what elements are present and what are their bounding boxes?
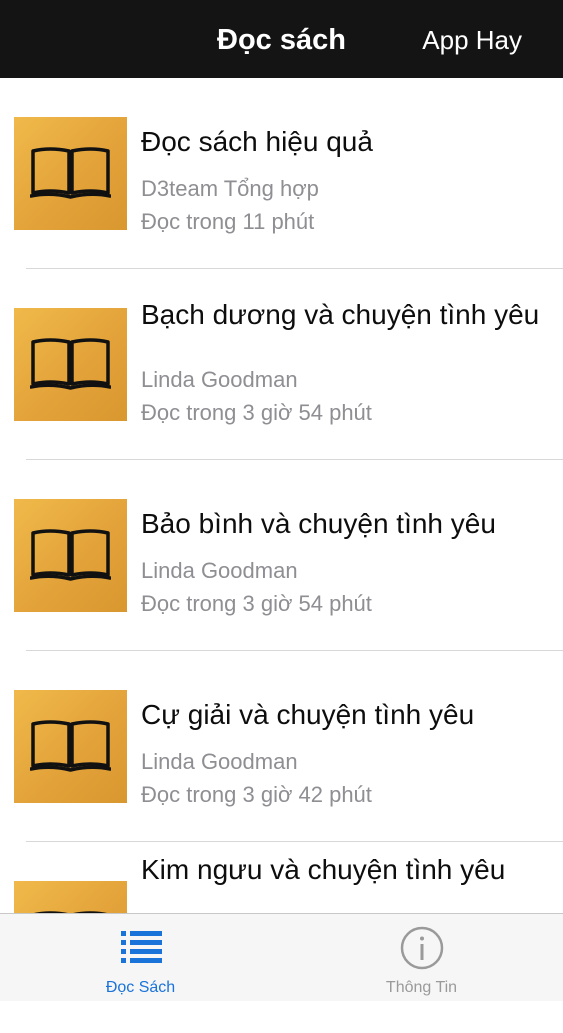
- book-icon: [30, 338, 111, 390]
- book-row[interactable]: Đọc sách hiệu quả D3team Tổng hợp Đọc tr…: [0, 78, 563, 269]
- book-title: Bảo bình và chuyện tình yêu: [141, 508, 496, 539]
- book-author: D3team Tổng hợp: [141, 176, 319, 201]
- book-read-time: Đọc trong 3 giờ 54 phút: [141, 400, 372, 425]
- book-icon: [30, 720, 111, 772]
- tab-doc-sach[interactable]: Đọc Sách: [0, 914, 281, 1001]
- book-author: Linda Goodman: [141, 749, 298, 774]
- book-cover: [14, 117, 127, 230]
- book-row[interactable]: Cự giải và chuyện tình yêu Linda Goodman…: [0, 651, 563, 842]
- book-cover: [14, 499, 127, 612]
- book-author: Linda Goodman: [141, 558, 298, 583]
- book-row[interactable]: Bảo bình và chuyện tình yêu Linda Goodma…: [0, 460, 563, 651]
- book-icon: [30, 147, 111, 199]
- navigation-bar: Đọc sách App Hay: [0, 0, 563, 78]
- book-author: Linda Goodman: [141, 367, 298, 392]
- book-cover: [14, 690, 127, 803]
- list-icon: [120, 931, 162, 963]
- book-title: Đọc sách hiệu quả: [141, 126, 373, 157]
- book-read-time: Đọc trong 3 giờ 54 phút: [141, 591, 372, 616]
- book-title: Kim ngưu và chuyện tình yêu: [141, 854, 506, 885]
- book-list: Đọc sách hiệu quả D3team Tổng hợp Đọc tr…: [0, 78, 563, 1033]
- book-cover: [14, 308, 127, 421]
- tab-label: Thông Tin: [385, 979, 458, 996]
- info-icon: [400, 926, 443, 970]
- book-read-time: Đọc trong 3 giờ 42 phút: [141, 782, 372, 807]
- book-row[interactable]: Bạch dương và chuyện tình yêu Linda Good…: [0, 269, 563, 460]
- book-read-time: Đọc trong 11 phút: [141, 209, 315, 234]
- app-hay-button[interactable]: App Hay: [422, 20, 522, 60]
- tab-thong-tin[interactable]: Thông Tin: [281, 914, 562, 1001]
- tab-bar: Đọc Sách Thông Tin: [0, 913, 563, 1001]
- book-icon: [30, 529, 111, 581]
- tab-label: Đọc Sách: [105, 979, 176, 996]
- book-title: Cự giải và chuyện tình yêu: [141, 699, 475, 730]
- book-title: Bạch dương và chuyện tình yêu: [141, 299, 540, 330]
